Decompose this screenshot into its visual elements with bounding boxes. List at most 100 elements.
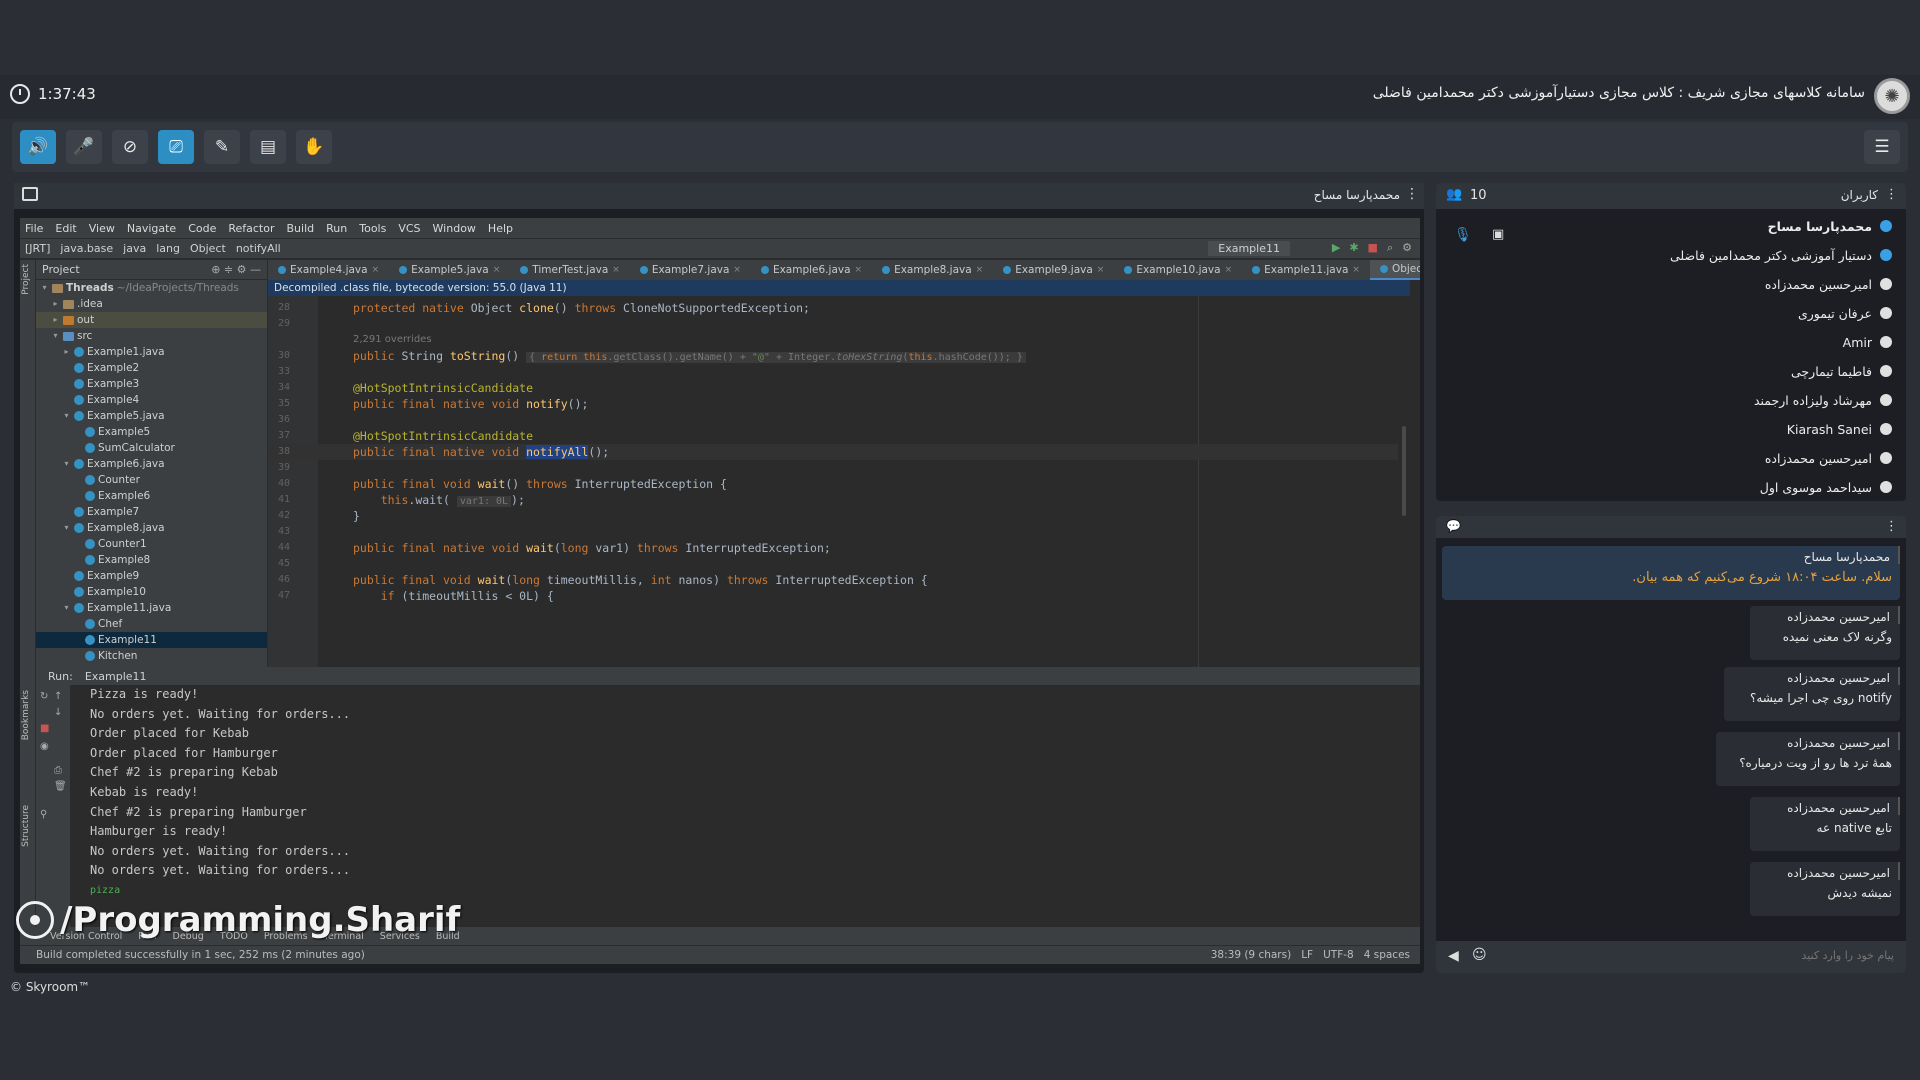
close-icon[interactable]: × (976, 265, 984, 275)
user-row[interactable]: مهرشاد ولیزاده ارجمند (1754, 389, 1892, 411)
breadcrumb-item[interactable]: java (123, 242, 146, 255)
mic-icon[interactable]: 🎙 (1454, 227, 1472, 243)
menu-edit[interactable]: Edit (55, 222, 76, 235)
whiteboard-pen-icon[interactable]: ✎ (204, 130, 240, 164)
user-row[interactable]: دستیار آموزشی دکتر محمدامین فاضلی (1670, 244, 1892, 266)
collapsed-chevron-icon[interactable]: ▸ (51, 296, 60, 312)
close-icon[interactable]: × (855, 265, 863, 275)
collapsed-chevron-icon[interactable]: ▸ (62, 344, 71, 360)
expanded-chevron-icon[interactable]: ▾ (62, 520, 71, 536)
user-row[interactable]: سیداحمد موسوی اول (1760, 476, 1892, 498)
menu-refactor[interactable]: Refactor (228, 222, 274, 235)
raise-hand-icon[interactable]: ✋ (296, 130, 332, 164)
menu-tools[interactable]: Tools (359, 222, 386, 235)
user-row[interactable]: فاطیما تیمارچی (1791, 360, 1892, 382)
editor-tab[interactable]: Example4.java × (268, 260, 389, 280)
tree-node[interactable]: Chef (36, 616, 267, 632)
hamburger-menu-icon[interactable]: ☰ (1864, 130, 1900, 164)
close-icon[interactable]: × (612, 265, 620, 275)
tree-node[interactable]: ▾ Example8.java (36, 520, 267, 536)
editor-tab[interactable]: Example6.java × (751, 260, 872, 280)
user-row[interactable]: امیرحسین محمدزاده (1765, 273, 1892, 295)
more-options-icon[interactable]: ⋮ (1405, 186, 1419, 202)
tree-node[interactable]: Counter1 (36, 536, 267, 552)
breadcrumb-item[interactable]: [JRT] (25, 242, 50, 255)
tree-node[interactable]: ▾ Example6.java (36, 456, 267, 472)
scroll-down-icon[interactable]: ↓ (54, 707, 62, 718)
menu-vcs[interactable]: VCS (398, 222, 420, 235)
status-item[interactable]: 38:39 (9 chars) (1211, 949, 1291, 961)
tree-node[interactable]: Example6 (36, 488, 267, 504)
close-icon[interactable]: × (493, 265, 501, 275)
expanded-chevron-icon[interactable]: ▾ (62, 456, 71, 472)
editor-tab[interactable]: Object.class× (1369, 260, 1420, 280)
emoji-icon[interactable]: ☺ (1472, 947, 1487, 963)
close-icon[interactable]: × (733, 265, 741, 275)
camera-icon[interactable]: ◉ (40, 741, 49, 752)
close-icon[interactable]: × (372, 265, 380, 275)
tree-node[interactable]: Example2 (36, 360, 267, 376)
tree-node[interactable]: Kitchen (36, 648, 267, 664)
editor-scrollbar[interactable] (1402, 426, 1406, 516)
stop-run-icon[interactable]: ■ (40, 723, 49, 734)
search-icon[interactable]: ⌕ (1387, 241, 1393, 255)
chat-message-input[interactable] (1514, 949, 1894, 962)
menu-run[interactable]: Run (326, 222, 347, 235)
files-icon[interactable]: ▤ (250, 130, 286, 164)
tree-node[interactable]: Example11 (36, 632, 267, 648)
tree-node[interactable]: ▸ out (36, 312, 267, 328)
tree-node[interactable]: Example10 (36, 584, 267, 600)
run-tab[interactable]: Example11 (85, 670, 147, 683)
code-editor[interactable]: 28 protected native Object clone() throws… (268, 296, 1410, 667)
menu-file[interactable]: File (25, 222, 43, 235)
menu-view[interactable]: View (89, 222, 115, 235)
tree-node[interactable]: Example9 (36, 568, 267, 584)
user-row[interactable]: Kiarash Sanei (1787, 418, 1892, 440)
menu-help[interactable]: Help (488, 222, 513, 235)
pin-icon[interactable]: ⚲ (40, 809, 47, 820)
more-options-icon[interactable]: ⋮ (1885, 519, 1898, 534)
stop-icon[interactable]: ■ (1368, 241, 1378, 255)
bookmarks-tool-label[interactable]: Bookmarks (21, 690, 31, 740)
tree-node[interactable]: Example3 (36, 376, 267, 392)
editor-tab[interactable]: Example10.java × (1114, 260, 1242, 280)
tree-node[interactable]: Example4 (36, 392, 267, 408)
breadcrumb-item[interactable]: notifyAll (236, 242, 281, 255)
expanded-chevron-icon[interactable]: ▾ (51, 328, 60, 344)
user-row[interactable]: Amir (1843, 331, 1892, 353)
expanded-chevron-icon[interactable]: ▾ (62, 408, 71, 424)
user-row[interactable]: عرفان تیموری (1798, 302, 1892, 324)
close-icon[interactable]: × (1352, 265, 1360, 275)
editor-tab[interactable]: Example9.java × (993, 260, 1114, 280)
editor-tab[interactable]: Example7.java × (630, 260, 751, 280)
menu-build[interactable]: Build (287, 222, 315, 235)
speaker-icon[interactable]: 🔊 (20, 130, 56, 164)
settings-icon[interactable]: ⚙ (1402, 241, 1412, 255)
more-options-icon[interactable]: ⋮ (1885, 187, 1898, 202)
tree-node[interactable]: Example5 (36, 424, 267, 440)
tree-node[interactable]: ▸ Example1.java (36, 344, 267, 360)
menu-code[interactable]: Code (188, 222, 216, 235)
close-icon[interactable]: × (1097, 265, 1105, 275)
project-panel-title[interactable]: Project (42, 263, 80, 276)
status-item[interactable]: LF (1301, 949, 1313, 961)
tree-node[interactable]: Counter (36, 472, 267, 488)
tree-node[interactable]: ▾ Example5.java (36, 408, 267, 424)
expanded-chevron-icon[interactable]: ▾ (62, 600, 71, 616)
editor-tab[interactable]: TimerTest.java × (510, 260, 630, 280)
debug-icon[interactable]: ✱ (1349, 241, 1358, 255)
camera-off-icon[interactable]: ⊘ (112, 130, 148, 164)
breadcrumb-item[interactable]: lang (156, 242, 180, 255)
close-icon[interactable]: × (1225, 265, 1233, 275)
status-item[interactable]: UTF-8 (1323, 949, 1354, 961)
tree-node[interactable]: ▾ Example11.java (36, 600, 267, 616)
user-row[interactable]: امیرحسین محمدزاده (1765, 447, 1892, 469)
collapsed-chevron-icon[interactable]: ▸ (51, 312, 60, 328)
tree-node[interactable]: ▸ .idea (36, 296, 267, 312)
structure-tool-label[interactable]: Structure (21, 805, 31, 847)
scroll-up-icon[interactable]: ↑ (54, 691, 62, 702)
user-row[interactable]: محمدپارسا مساح (1768, 215, 1892, 237)
tree-node[interactable]: ▾ Threads ~/IdeaProjects/Threads (36, 280, 267, 296)
screen-share-icon[interactable]: ⎚ (158, 130, 194, 164)
run-config-select[interactable]: Example11 (1208, 241, 1290, 256)
